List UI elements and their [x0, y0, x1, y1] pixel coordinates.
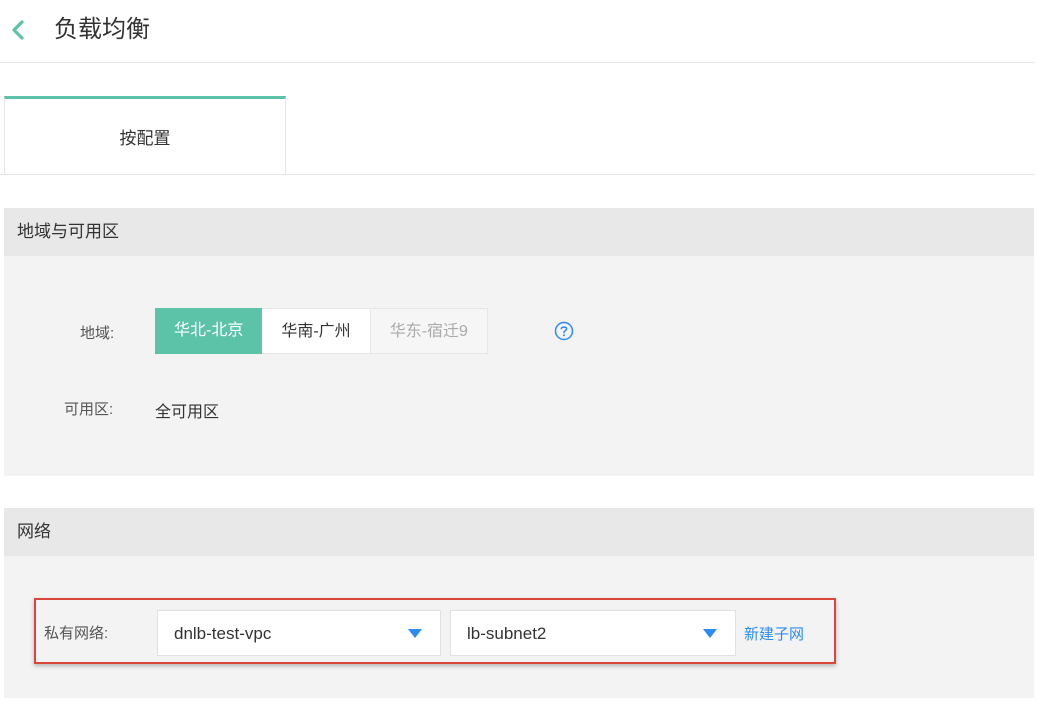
page-header: 负载均衡: [0, 0, 1034, 63]
section-title-region: 地域与可用区: [4, 208, 1034, 256]
tab-by-config[interactable]: 按配置: [4, 96, 286, 174]
page-title: 负载均衡: [54, 16, 150, 43]
vpc-label: 私有网络:: [44, 625, 109, 642]
zone-value: 全可用区: [155, 404, 220, 421]
region-zone-section: 地域与可用区 地域: 华北-北京 华南-广州 华东-宿迁9 可用区: 全可用区: [4, 208, 1034, 476]
zone-label: 可用区:: [64, 401, 114, 418]
tab-bar: 按配置: [0, 96, 1034, 175]
network-section: 网络 私有网络: dnlb-test-vpc lb-subnet2 新建子网: [4, 508, 1034, 698]
region-option-suqian[interactable]: 华东-宿迁9: [370, 308, 488, 354]
subnet-select-value: lb-subnet2: [467, 624, 547, 643]
create-subnet-link[interactable]: 新建子网: [744, 623, 804, 644]
section-title-network: 网络: [4, 508, 1034, 556]
chevron-down-icon: [408, 629, 422, 638]
region-selector: 华北-北京 华南-广州 华东-宿迁9: [155, 308, 488, 354]
region-option-guangzhou[interactable]: 华南-广州: [262, 308, 371, 354]
question-circle-icon[interactable]: [554, 321, 574, 341]
vpc-select-value: dnlb-test-vpc: [174, 624, 272, 643]
vpc-select[interactable]: dnlb-test-vpc: [157, 610, 441, 656]
subnet-select[interactable]: lb-subnet2: [450, 610, 736, 656]
region-label: 地域:: [80, 325, 115, 342]
region-option-beijing[interactable]: 华北-北京: [155, 308, 263, 354]
chevron-left-icon[interactable]: [8, 16, 28, 44]
chevron-down-icon: [703, 629, 717, 638]
